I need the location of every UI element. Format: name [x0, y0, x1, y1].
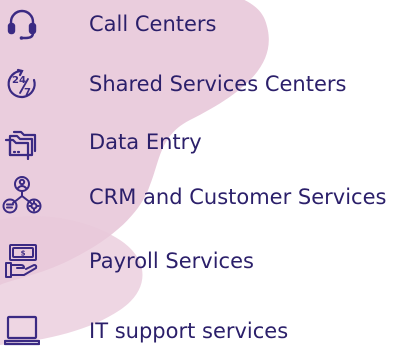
- laptop-icon: [4, 313, 40, 349]
- list-item-crm-customer-services: CRM and Customer Services: [0, 175, 407, 217]
- list-item-it-support-services: IT support services: [0, 311, 407, 351]
- item-label-call-centers: Call Centers: [89, 12, 217, 36]
- folders-icon: [4, 124, 40, 160]
- list-item-data-entry: Data Entry: [0, 122, 407, 162]
- icon-text-24: 24: [12, 75, 26, 86]
- icon-text-7: 7: [24, 87, 31, 98]
- item-label-data-entry: Data Entry: [89, 130, 202, 154]
- item-label-crm-customer-services: CRM and Customer Services: [89, 185, 387, 209]
- list-item-call-centers: Call Centers: [0, 4, 407, 44]
- 24-7-icon: 24 7: [4, 66, 40, 102]
- list-item-payroll-services: $ Payroll Services: [0, 241, 407, 281]
- customer-network-icon: [2, 175, 42, 215]
- headset-icon: [4, 6, 40, 42]
- item-label-shared-services-centers: Shared Services Centers: [89, 72, 347, 96]
- payroll-cash-hand-icon: $: [4, 243, 40, 279]
- item-label-payroll-services: Payroll Services: [89, 249, 254, 273]
- item-label-it-support-services: IT support services: [89, 319, 289, 343]
- services-list: Call Centers 24 7 Shared Services Center…: [0, 0, 407, 354]
- list-item-shared-services-centers: 24 7 Shared Services Centers: [0, 64, 407, 104]
- icon-text-dollar: $: [21, 250, 26, 258]
